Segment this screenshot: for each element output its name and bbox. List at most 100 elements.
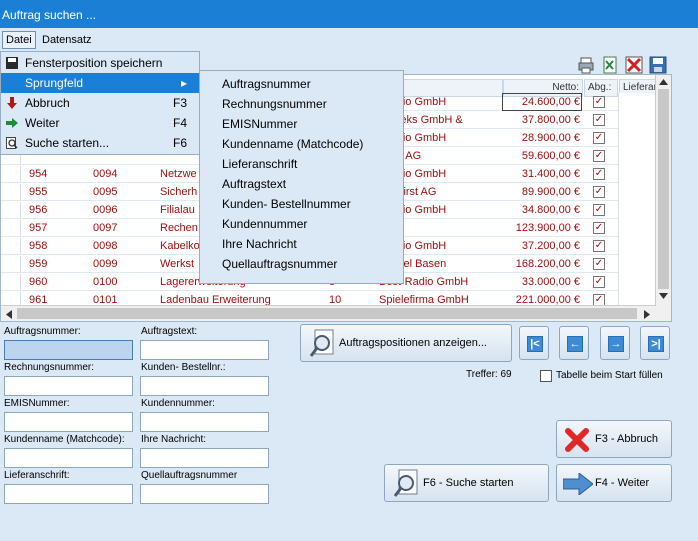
submenu-item-kundennummer[interactable]: Kundennummer (222, 214, 307, 234)
scroll-left-icon[interactable] (6, 310, 12, 319)
last-record-button[interactable]: >| (640, 326, 670, 360)
submenu-item-auftragsnummer[interactable]: Auftragsnummer (222, 74, 311, 94)
sprungfeld-submenu: Auftragsnummer Rechnungsnummer EMISNumme… (199, 70, 404, 284)
cell-lieferanschrift (618, 219, 656, 237)
menu-item-label: Sprungfeld (25, 76, 84, 90)
menu-item-fensterposition-speichern[interactable]: Fensterposition speichern (1, 53, 199, 73)
abgeschlossen-checkbox[interactable]: ✓ (593, 114, 605, 126)
row-selector (3, 238, 21, 254)
cell-lieferanschrift (618, 165, 656, 183)
first-record-button[interactable]: |< (519, 326, 549, 360)
treffer-count: Treffer: 69 (466, 369, 512, 380)
kundennummer-input[interactable] (140, 412, 269, 432)
cell-netto: 37.200,00 € (521, 240, 580, 252)
cell-nr: 955 (29, 186, 48, 198)
abgeschlossen-checkbox[interactable]: ✓ (593, 240, 605, 252)
abgeschlossen-checkbox[interactable]: ✓ (593, 150, 605, 162)
kundenname-input[interactable] (4, 448, 133, 468)
previous-record-button[interactable]: ← (559, 326, 589, 360)
menu-item-label: Fensterposition speichern (25, 56, 163, 70)
submenu-arrow-icon: ▸ (180, 76, 187, 90)
window-title: Auftrag suchen ... (2, 8, 97, 22)
save-icon[interactable] (649, 56, 667, 74)
abgeschlossen-checkbox[interactable]: ✓ (593, 258, 605, 270)
cell-nr: 960 (29, 276, 48, 288)
print-icon[interactable] (577, 56, 595, 74)
scroll-thumb[interactable] (658, 89, 669, 289)
tabelle-beim-start-checkbox[interactable] (540, 370, 552, 382)
quellauftragsnummer-input[interactable] (140, 484, 269, 504)
vertical-scrollbar[interactable] (655, 75, 671, 321)
menu-item-abbruch[interactable]: Abbruch F3 (1, 93, 199, 113)
cell-auftragsnummer: 0097 (93, 222, 118, 234)
abgeschlossen-checkbox[interactable]: ✓ (593, 276, 605, 288)
abbruch-button[interactable]: F3 - Abbruch (556, 420, 672, 458)
cell-lieferanschrift (618, 93, 656, 111)
delete-icon[interactable] (625, 56, 643, 74)
quellauftragsnummer-label: Quellauftragsnummer (141, 470, 238, 481)
submenu-item-lieferanschrift[interactable]: Lieferanschrift (222, 154, 297, 174)
row-selector (3, 220, 21, 236)
auftragstext-label: Auftragstext: (141, 326, 198, 337)
kunden-bestellnr-input[interactable] (140, 376, 269, 396)
submenu-item-kundenname[interactable]: Kundenname (Matchcode) (222, 134, 363, 154)
lieferanschrift-input[interactable] (4, 484, 133, 504)
abgeschlossen-checkbox[interactable]: ✓ (593, 222, 605, 234)
cell-nr: 954 (29, 168, 48, 180)
menu-datei[interactable]: Datei (2, 31, 36, 49)
abgeschlossen-checkbox[interactable]: ✓ (593, 96, 605, 108)
suche-starten-button[interactable]: F6 - Suche starten (384, 464, 549, 502)
row-selector (3, 202, 21, 218)
kundenname-label: Kundenname (Matchcode): (4, 434, 125, 445)
ihre-nachricht-input[interactable] (140, 448, 269, 468)
cell-netto: 33.000,00 € (521, 276, 580, 288)
rechnungsnummer-input[interactable] (4, 376, 133, 396)
auftragspositionen-label: Auftragspositionen anzeigen... (339, 337, 487, 349)
scroll-right-icon[interactable] (644, 310, 650, 319)
submenu-item-kunden-bestellnummer[interactable]: Kunden- Bestellnummer (222, 194, 351, 214)
auftragstext-input[interactable] (140, 340, 269, 360)
focused-cell (502, 93, 582, 111)
scroll-down-icon[interactable] (659, 293, 668, 299)
abgeschlossen-checkbox[interactable]: ✓ (593, 168, 605, 180)
menu-datensatz[interactable]: Datensatz (39, 31, 95, 49)
arrow-right-icon (563, 473, 593, 495)
hscroll-thumb[interactable] (17, 308, 637, 319)
abgeschlossen-checkbox[interactable]: ✓ (593, 186, 605, 198)
export-excel-icon[interactable] (601, 56, 619, 74)
rechnungsnummer-label: Rechnungsnummer: (4, 362, 95, 373)
lieferanschrift-label: Lieferanschrift: (4, 470, 70, 481)
submenu-item-quellauftragsnummer[interactable]: Quellauftragsnummer (222, 254, 337, 274)
next-record-button[interactable]: → (600, 326, 630, 360)
menu-bar: Datei Datensatz (0, 28, 698, 51)
abgeschlossen-checkbox[interactable]: ✓ (593, 132, 605, 144)
menu-item-sprungfeld[interactable]: Sprungfeld ▸ (1, 73, 199, 93)
menu-item-weiter[interactable]: Weiter F4 (1, 113, 199, 133)
auftragsnummer-input[interactable] (4, 340, 133, 360)
weiter-button[interactable]: F4 - Weiter (556, 464, 672, 502)
cell-lieferanschrift (618, 111, 656, 129)
menu-item-label: Suche starten... (25, 136, 110, 150)
cell-auftragsnummer: 0096 (93, 204, 118, 216)
cell-lieferanschrift (618, 255, 656, 273)
scroll-up-icon[interactable] (659, 79, 668, 85)
suche-starten-label: F6 - Suche starten (423, 477, 514, 489)
submenu-item-emisnummer[interactable]: EMISNummer (222, 114, 297, 134)
submenu-item-ihre-nachricht[interactable]: Ihre Nachricht (222, 234, 297, 254)
cell-lieferanschrift (618, 147, 656, 165)
kundennummer-label: Kundennummer: (141, 398, 215, 409)
cell-nr: 959 (29, 258, 48, 270)
emisnummer-label: EMISNummer: (4, 398, 70, 409)
horizontal-scrollbar[interactable] (1, 305, 656, 321)
row-selector (3, 256, 21, 272)
cell-nr: 958 (29, 240, 48, 252)
auftragspositionen-anzeigen-button[interactable]: Auftragspositionen anzeigen... (300, 324, 512, 362)
submenu-item-auftragstext[interactable]: Auftragstext (222, 174, 286, 194)
emisnummer-input[interactable] (4, 412, 133, 432)
next-icon: → (608, 336, 624, 352)
submenu-item-rechnungsnummer[interactable]: Rechnungsnummer (222, 94, 327, 114)
menu-item-suche-starten[interactable]: Suche starten... F6 (1, 133, 199, 153)
abgeschlossen-checkbox[interactable]: ✓ (593, 204, 605, 216)
row-selector (3, 274, 21, 290)
search-doc-icon (393, 469, 418, 497)
